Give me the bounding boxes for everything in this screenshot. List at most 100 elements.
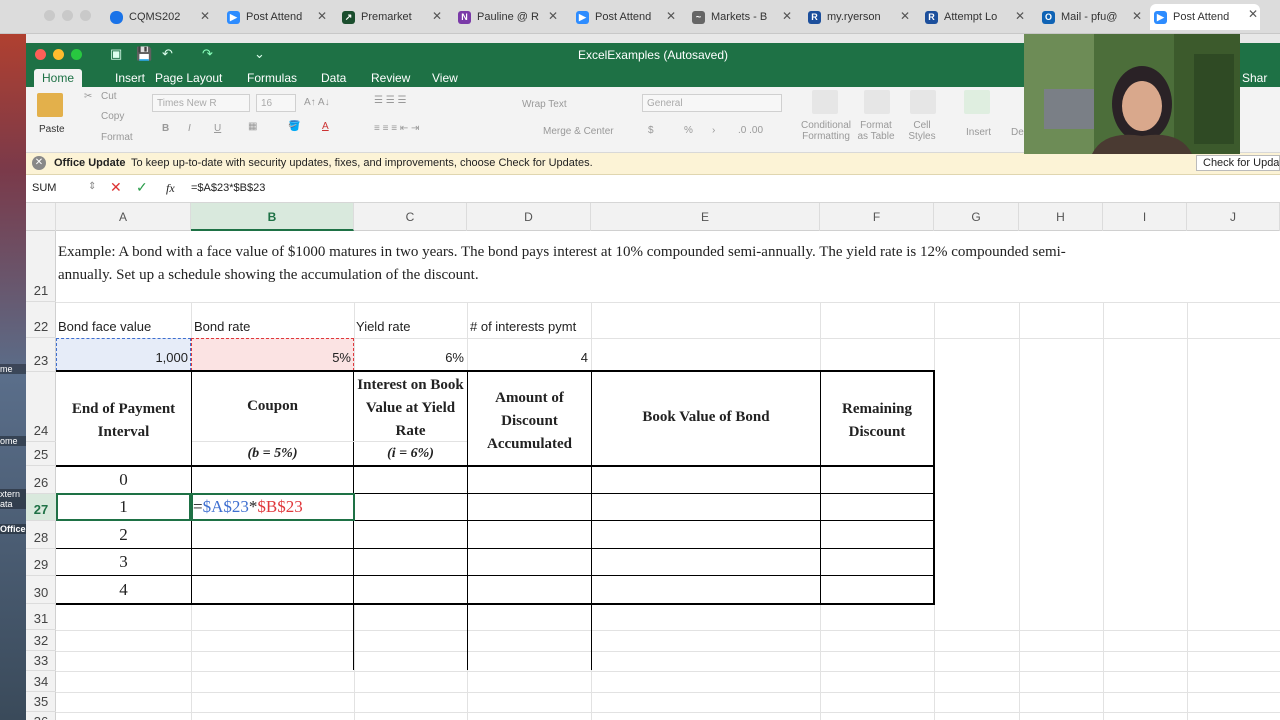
row-header[interactable]: 30 — [26, 576, 56, 604]
insert-button[interactable]: Insert — [966, 127, 991, 138]
underline-button[interactable]: U — [214, 123, 221, 134]
number-format-select[interactable]: General — [642, 94, 782, 112]
insert-function-icon[interactable]: fx — [166, 181, 175, 196]
browser-tab[interactable]: ▶ Post Attend ✕ — [576, 6, 678, 28]
period-cell[interactable]: 4 — [56, 580, 191, 600]
cell-c23[interactable]: 6% — [354, 350, 464, 365]
browser-tab[interactable]: ↗ Premarket ✕ — [342, 6, 444, 28]
row-header[interactable]: 23 — [26, 338, 56, 372]
column-header-i[interactable]: I — [1103, 203, 1187, 231]
browser-tab-active[interactable]: ▶ Post Attend ✕ — [1150, 4, 1260, 30]
tab-review[interactable]: Review — [363, 69, 418, 87]
header-coupon[interactable]: Coupon — [192, 398, 353, 415]
merge-center-button[interactable]: Merge & Center — [543, 126, 614, 137]
column-header-c[interactable]: C — [354, 203, 467, 231]
header-book-value[interactable]: Book Value of Bond — [592, 409, 820, 426]
column-header-h[interactable]: H — [1019, 203, 1103, 231]
browser-tab[interactable]: ~ Markets - B ✕ — [692, 6, 794, 28]
header-remaining-discount[interactable]: Remaining Discount — [821, 398, 933, 444]
tab-home[interactable]: Home — [34, 69, 83, 87]
row-header[interactable]: 21 — [26, 231, 56, 302]
column-header-a[interactable]: A — [56, 203, 191, 231]
label-bond-rate[interactable]: Bond rate — [194, 319, 250, 334]
paste-icon[interactable] — [37, 93, 63, 117]
header-coupon-sub[interactable]: (b = 5%) — [192, 446, 353, 462]
close-icon[interactable]: ✕ — [1015, 9, 1025, 23]
currency-button[interactable]: $ — [648, 125, 654, 136]
close-icon[interactable]: ✕ — [432, 9, 442, 23]
header-end-of-interval[interactable]: End of Payment Interval — [56, 398, 191, 444]
bold-button[interactable]: B — [162, 123, 169, 134]
align-top-icon[interactable]: ☰ ☰ ☰ — [374, 95, 406, 106]
tab-formulas[interactable]: Formulas — [239, 69, 305, 87]
fill-color-icon[interactable]: 🪣 — [288, 121, 300, 132]
column-header-e[interactable]: E — [591, 203, 820, 231]
period-cell[interactable]: 3 — [56, 552, 191, 572]
row-header-selected[interactable]: 27 — [26, 494, 56, 521]
font-color-icon[interactable]: A — [322, 121, 329, 132]
label-face-value[interactable]: Bond face value — [58, 319, 151, 334]
row-header[interactable]: 31 — [26, 604, 56, 630]
column-header-d[interactable]: D — [467, 203, 591, 231]
paste-button[interactable]: Paste — [39, 124, 65, 135]
column-header-g[interactable]: G — [934, 203, 1019, 231]
close-icon[interactable]: ✕ — [666, 9, 676, 23]
format-as-table-button[interactable]: Format as Table — [856, 120, 896, 142]
close-icon[interactable]: ✕ — [548, 9, 558, 23]
row-header[interactable]: 22 — [26, 302, 56, 338]
format-painter-button[interactable]: Format — [101, 132, 133, 143]
conditional-formatting-button[interactable]: Conditional Formatting — [800, 120, 852, 142]
row-header[interactable]: 26 — [26, 466, 56, 494]
browser-tab[interactable]: O Mail - pfu@ ✕ — [1042, 6, 1144, 28]
row-header[interactable]: 34 — [26, 671, 56, 692]
close-icon[interactable]: ✕ — [200, 9, 210, 23]
formula-input[interactable]: =$A$23*$B$23 — [191, 182, 265, 194]
label-num-payments[interactable]: # of interests pymt — [470, 319, 576, 334]
cut-button[interactable]: Cut — [101, 91, 117, 102]
name-box-stepper-icon[interactable]: ⇕ — [88, 181, 96, 192]
font-size-select[interactable]: 16 — [256, 94, 296, 112]
column-header-j[interactable]: J — [1187, 203, 1280, 231]
cell-styles-button[interactable]: Cell Styles — [904, 120, 940, 142]
percent-button[interactable]: % — [684, 125, 693, 136]
wrap-text-button[interactable]: Wrap Text — [522, 99, 567, 110]
browser-tab[interactable]: ▶ Post Attend ✕ — [227, 6, 329, 28]
column-header-b[interactable]: B — [191, 203, 354, 231]
close-icon[interactable]: ✕ — [900, 9, 910, 23]
browser-minimize-button[interactable] — [62, 10, 73, 21]
check-for-updates-button[interactable]: Check for Upda — [1196, 155, 1280, 171]
browser-tab[interactable]: CQMS202 ✕ — [110, 6, 212, 28]
row-header[interactable]: 24 — [26, 372, 56, 442]
browser-tab[interactable]: R Attempt Lo ✕ — [925, 6, 1027, 28]
cell-b23[interactable]: 5% — [191, 350, 351, 365]
delete-button[interactable]: De — [1011, 127, 1024, 138]
italic-button[interactable]: I — [188, 123, 191, 134]
align-left-icon[interactable]: ≡ ≡ ≡ ⇤ ⇥ — [374, 123, 419, 134]
tab-view[interactable]: View — [424, 69, 466, 87]
tab-data[interactable]: Data — [313, 69, 354, 87]
cell-a23[interactable]: 1,000 — [56, 350, 188, 365]
confirm-edit-icon[interactable]: ✓ — [136, 179, 148, 196]
cell-d23[interactable]: 4 — [467, 350, 588, 365]
close-update-icon[interactable]: ✕ — [32, 156, 46, 170]
close-icon[interactable]: ✕ — [1132, 9, 1142, 23]
spreadsheet-grid[interactable]: A B C D E F G H I J 21 22 23 24 25 26 27… — [26, 203, 1280, 720]
browser-zoom-button[interactable] — [80, 10, 91, 21]
cell-b27-formula[interactable]: =$A$23*$B$23 — [193, 497, 303, 517]
header-interest[interactable]: Interest on Book Value at Yield Rate — [354, 374, 467, 443]
browser-tab[interactable]: R my.ryerson ✕ — [808, 6, 912, 28]
cancel-edit-icon[interactable]: ✕ — [110, 179, 122, 196]
row-header[interactable]: 36 — [26, 712, 56, 720]
row-header[interactable]: 29 — [26, 549, 56, 576]
row-header[interactable]: 33 — [26, 651, 56, 671]
close-icon[interactable]: ✕ — [317, 9, 327, 23]
label-yield-rate[interactable]: Yield rate — [356, 319, 410, 334]
column-header-f[interactable]: F — [820, 203, 934, 231]
period-cell[interactable]: 2 — [56, 525, 191, 545]
share-button[interactable]: Shar — [1234, 69, 1275, 87]
font-grow-icon[interactable]: A↑ A↓ — [304, 97, 330, 108]
close-icon[interactable]: ✕ — [782, 9, 792, 23]
row-header[interactable]: 35 — [26, 692, 56, 712]
browser-close-button[interactable] — [44, 10, 55, 21]
header-discount-accumulated[interactable]: Amount of Discount Accumulated — [468, 387, 591, 456]
